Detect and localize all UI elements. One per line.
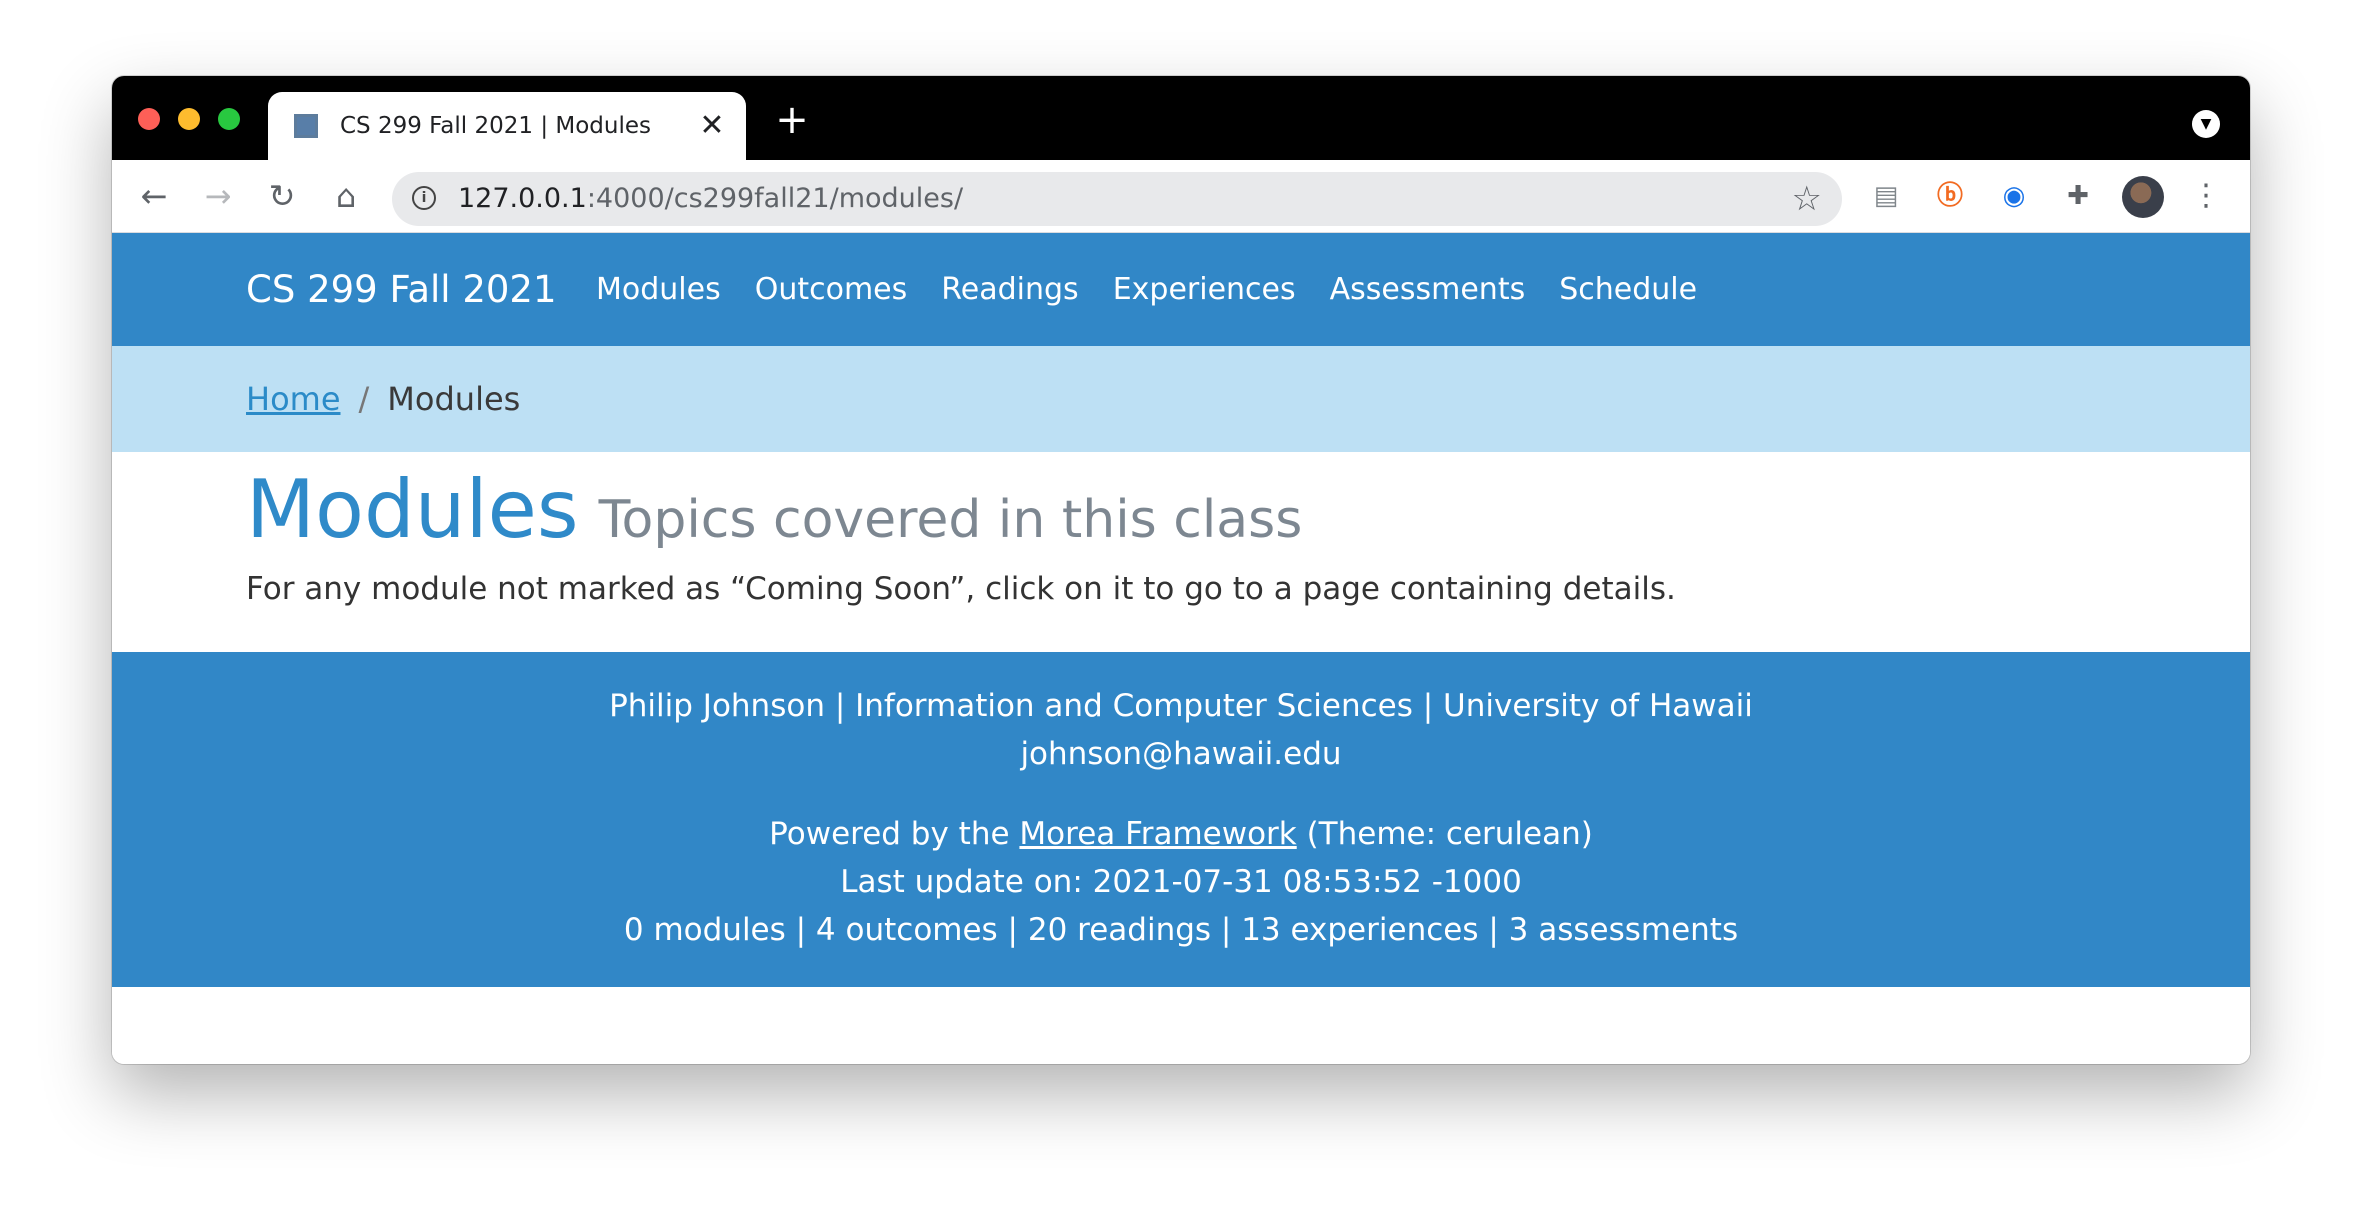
avatar[interactable] xyxy=(2122,176,2164,218)
footer-author-line: Philip Johnson | Information and Compute… xyxy=(609,688,1753,724)
breadcrumb-home-link[interactable]: Home xyxy=(246,380,341,418)
footer-counts: 0 modules | 4 outcomes | 20 readings | 1… xyxy=(623,912,1739,948)
site-footer: Philip Johnson | Information and Compute… xyxy=(112,652,2250,987)
browser-window: CS 299 Fall 2021 | Modules ✕ + ▼ ← → ↻ ⌂… xyxy=(112,76,2250,1064)
breadcrumb: Home / Modules xyxy=(246,346,520,452)
nav-experiences[interactable]: Experiences xyxy=(1113,233,1296,346)
web-page: CS 299 Fall 2021 Modules Outcomes Readin… xyxy=(112,233,2250,1064)
home-icon[interactable]: ⌂ xyxy=(326,176,366,216)
nav-readings[interactable]: Readings xyxy=(941,233,1078,346)
extension-b-icon[interactable]: ⓑ xyxy=(1932,178,1968,214)
footer-meta: Powered by the Morea Framework (Theme: c… xyxy=(112,810,2250,954)
footer-powered-suffix: (Theme: cerulean) xyxy=(1296,816,1593,852)
footer-powered-by: Powered by the Morea Framework (Theme: c… xyxy=(112,810,2250,858)
footer-contact: Philip Johnson | Information and Compute… xyxy=(112,682,2250,778)
extension-lock-icon[interactable]: ◉ xyxy=(1996,178,2032,214)
nav-outcomes[interactable]: Outcomes xyxy=(755,233,908,346)
footer-powered-prefix: Powered by the xyxy=(769,816,1020,852)
forward-icon[interactable]: → xyxy=(198,176,238,216)
info-icon[interactable]: i xyxy=(412,186,436,210)
site-brand[interactable]: CS 299 Fall 2021 xyxy=(246,233,557,346)
menu-icon[interactable]: ⋮ xyxy=(2188,178,2224,214)
window-controls xyxy=(138,108,240,130)
url-host: 127.0.0.1 xyxy=(458,183,587,214)
puzzle-icon[interactable]: ✚ xyxy=(2060,178,2096,214)
back-icon[interactable]: ← xyxy=(134,176,174,216)
url-path: :4000/cs299fall21/modules/ xyxy=(586,183,964,214)
site-navbar: CS 299 Fall 2021 Modules Outcomes Readin… xyxy=(112,233,2250,346)
page-subtitle: Topics covered in this class xyxy=(598,490,1303,550)
browser-toolbar: ← → ↻ ⌂ i 127.0.0.1:4000/cs299fall21/mod… xyxy=(112,160,2250,233)
close-window-button[interactable] xyxy=(138,108,160,130)
star-icon[interactable]: ☆ xyxy=(1792,180,1822,218)
breadcrumb-bar: Home / Modules xyxy=(112,346,2250,452)
reload-icon[interactable]: ↻ xyxy=(262,176,302,216)
nav-assessments[interactable]: Assessments xyxy=(1330,233,1526,346)
page-heading: Modules Topics covered in this class xyxy=(246,463,1302,556)
breadcrumb-current: Modules xyxy=(387,380,521,418)
page-title: Modules xyxy=(246,463,579,556)
maximize-window-button[interactable] xyxy=(218,108,240,130)
intro-text: For any module not marked as “Coming Soo… xyxy=(246,571,1676,607)
url-text[interactable]: 127.0.0.1:4000/cs299fall21/modules/ xyxy=(458,172,963,226)
nav-schedule[interactable]: Schedule xyxy=(1559,233,1697,346)
close-tab-icon[interactable]: ✕ xyxy=(696,110,728,142)
new-tab-button[interactable]: + xyxy=(772,100,812,140)
minimize-window-button[interactable] xyxy=(178,108,200,130)
page-icon[interactable]: ▤ xyxy=(1868,178,1904,214)
address-bar[interactable]: i 127.0.0.1:4000/cs299fall21/modules/ ☆ xyxy=(392,172,1842,226)
site-nav: Modules Outcomes Readings Experiences As… xyxy=(596,233,1697,346)
breadcrumb-separator: / xyxy=(358,380,370,418)
tab-strip: CS 299 Fall 2021 | Modules ✕ + ▼ xyxy=(112,76,2250,160)
nav-modules[interactable]: Modules xyxy=(596,233,721,346)
tab-active[interactable]: CS 299 Fall 2021 | Modules ✕ xyxy=(268,92,746,160)
footer-email: johnson@hawaii.edu xyxy=(1020,736,1342,772)
morea-framework-link[interactable]: Morea Framework xyxy=(1019,816,1296,852)
tab-title: CS 299 Fall 2021 | Modules xyxy=(340,113,652,139)
favicon-icon xyxy=(294,114,318,138)
tab-search-icon[interactable]: ▼ xyxy=(2192,110,2220,138)
footer-last-update: Last update on: 2021-07-31 08:53:52 -100… xyxy=(840,864,1522,900)
